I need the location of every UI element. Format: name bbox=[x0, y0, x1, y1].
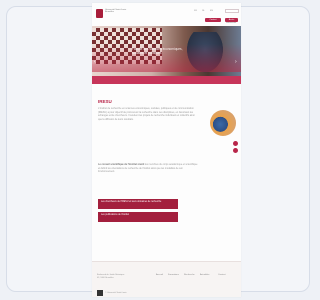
footer-link-formations[interactable]: Formations bbox=[168, 274, 179, 276]
footer-address: Boulevard du Jardin Botanique 43, 1000 B… bbox=[97, 274, 125, 279]
researchers-link[interactable]: Les chercheurs de l'IRESU et leurs domai… bbox=[98, 199, 178, 209]
footer-logo bbox=[97, 290, 103, 296]
publications-link[interactable]: Les publications de l'institut bbox=[98, 212, 178, 222]
hero-prev-arrow-icon[interactable]: ‹ bbox=[94, 59, 96, 65]
footer-link-research[interactable]: Recherche bbox=[184, 274, 195, 276]
footer-link-news[interactable]: Actualités bbox=[200, 274, 209, 276]
hero-banner: Faculté des sciences économiques, social… bbox=[92, 26, 241, 84]
intro-paragraph: L'Institut de recherche en sciences écon… bbox=[98, 107, 195, 121]
footer-link-home[interactable]: Accueil bbox=[156, 274, 163, 276]
web-page: Université Saint-Louis Bruxelles FR NL E… bbox=[92, 3, 241, 297]
hero-bottom-bar bbox=[92, 76, 241, 84]
council-paragraph: Le conseil scientifique de l'institut ré… bbox=[98, 163, 198, 174]
mail-icon[interactable] bbox=[233, 148, 238, 153]
footer-copyright: © Université Saint-Louis bbox=[105, 292, 127, 294]
footer-link-contact[interactable]: Contact bbox=[218, 274, 226, 276]
lang-link-fr[interactable]: FR bbox=[194, 10, 197, 12]
council-heading: Le conseil scientifique de l'institut ré… bbox=[98, 163, 145, 166]
university-logo[interactable] bbox=[96, 9, 103, 18]
share-icon[interactable] bbox=[233, 141, 238, 146]
lang-link-en[interactable]: EN bbox=[210, 10, 213, 12]
profile-photo bbox=[210, 110, 236, 136]
contact-button[interactable]: Contact bbox=[205, 18, 221, 22]
hero-caption: Faculté des sciences économiques, social… bbox=[132, 47, 183, 55]
hero-next-arrow-icon[interactable]: › bbox=[235, 59, 237, 65]
lang-link-nl[interactable]: NL bbox=[202, 10, 205, 12]
page-footer: Boulevard du Jardin Botanique 43, 1000 B… bbox=[92, 261, 241, 297]
page-title: IRESU bbox=[98, 99, 112, 104]
access-button[interactable]: Accès bbox=[225, 18, 238, 22]
search-input[interactable] bbox=[226, 22, 238, 24]
search-box[interactable] bbox=[225, 9, 239, 24]
logo-text: Université Saint-Louis Bruxelles bbox=[105, 9, 127, 14]
